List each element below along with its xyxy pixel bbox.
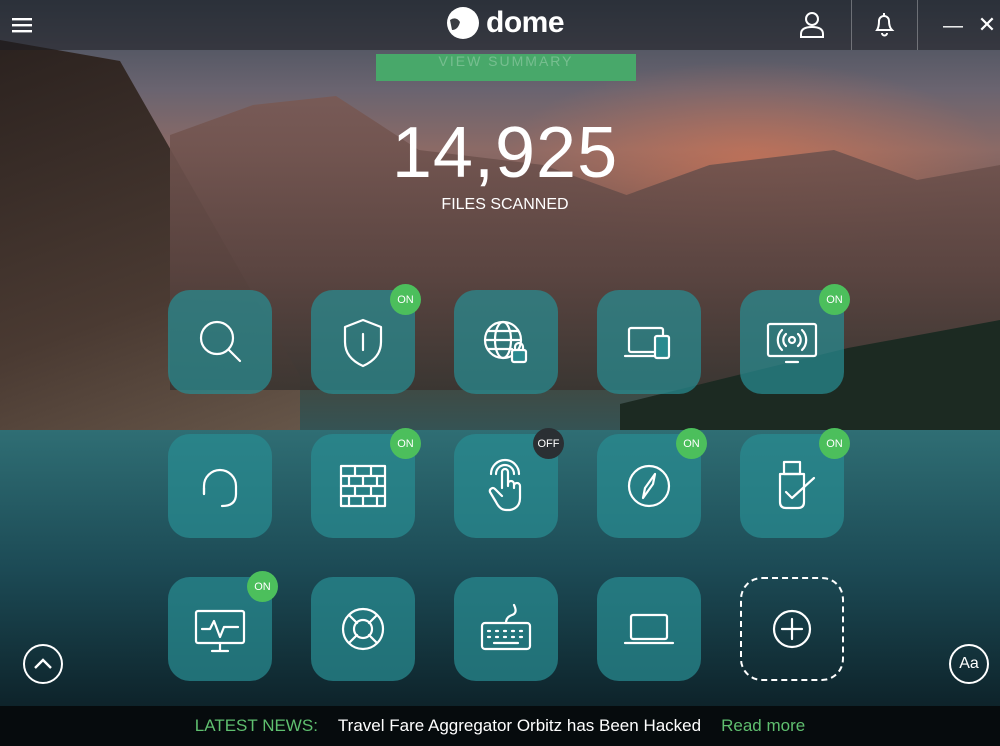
module-tile-touch[interactable]: OFF	[454, 428, 564, 538]
wifi-monitor-icon	[766, 322, 818, 364]
hamburger-icon[interactable]	[10, 12, 36, 38]
news-label: LATEST NEWS:	[194, 716, 318, 735]
files-scanned-count: 14,925	[391, 113, 619, 193]
read-more-link[interactable]: Read more	[721, 716, 805, 736]
module-tile-usb[interactable]: ON	[740, 428, 850, 538]
monitor-pulse-icon	[194, 609, 246, 653]
news-bar: LATEST NEWS: Travel Fare Aggregator Orbi…	[0, 706, 1000, 746]
status-badge[interactable]: ON	[247, 571, 278, 602]
user-icon[interactable]	[796, 8, 828, 40]
close-button[interactable]: ✕	[972, 10, 1000, 40]
dome-logo-icon	[447, 7, 479, 39]
logo-text: dome	[486, 6, 565, 39]
chevron-up-icon	[34, 658, 52, 669]
module-tile-search[interactable]	[168, 290, 272, 394]
font-size-button[interactable]: Aa	[949, 644, 989, 684]
status-badge[interactable]: ON	[390, 428, 421, 459]
files-scanned-label: FILES SCANNED	[441, 196, 569, 213]
module-tile-compass[interactable]: ON	[597, 428, 707, 538]
divider	[851, 0, 852, 50]
minimize-button[interactable]: —	[938, 12, 968, 40]
module-tile-headset[interactable]	[168, 434, 272, 538]
status-badge[interactable]: ON	[819, 284, 850, 315]
module-tile-wifi-monitor[interactable]: ON	[740, 284, 850, 394]
divider	[917, 0, 918, 50]
globe-lock-icon	[483, 320, 528, 364]
add-icon	[772, 609, 812, 649]
module-tile-laptop[interactable]	[597, 577, 701, 681]
scroll-up-button[interactable]	[23, 644, 63, 684]
module-tile-globe-lock[interactable]	[454, 290, 558, 394]
status-badge[interactable]: ON	[390, 284, 421, 315]
view-summary-button[interactable]: VIEW SUMMARY	[376, 54, 636, 81]
module-tile-monitor-pulse[interactable]: ON	[168, 571, 278, 681]
module-tile-shield[interactable]: ON	[311, 284, 421, 394]
dome-logo: dome	[446, 6, 565, 40]
status-badge[interactable]: OFF	[533, 428, 564, 459]
bell-icon[interactable]	[868, 8, 900, 40]
compass-icon	[627, 464, 671, 508]
firewall-icon	[339, 464, 387, 508]
touch-icon	[488, 458, 522, 512]
laptop-icon	[623, 613, 675, 645]
module-tile-lifebuoy[interactable]	[311, 577, 415, 681]
status-badge[interactable]: ON	[676, 428, 707, 459]
module-tile-firewall[interactable]: ON	[311, 428, 421, 538]
module-tile-devices[interactable]	[597, 290, 701, 394]
devices-icon	[623, 326, 671, 360]
keyboard-icon	[480, 603, 532, 651]
headset-icon	[202, 468, 238, 508]
shield-icon	[343, 318, 383, 368]
status-badge[interactable]: ON	[819, 428, 850, 459]
module-tile-keyboard[interactable]	[454, 577, 558, 681]
news-headline[interactable]: Travel Fare Aggregator Orbitz has Been H…	[338, 716, 701, 736]
lifebuoy-icon	[341, 607, 385, 651]
usb-icon	[778, 460, 816, 510]
add-module-button[interactable]	[740, 577, 844, 681]
search-icon	[199, 320, 242, 363]
